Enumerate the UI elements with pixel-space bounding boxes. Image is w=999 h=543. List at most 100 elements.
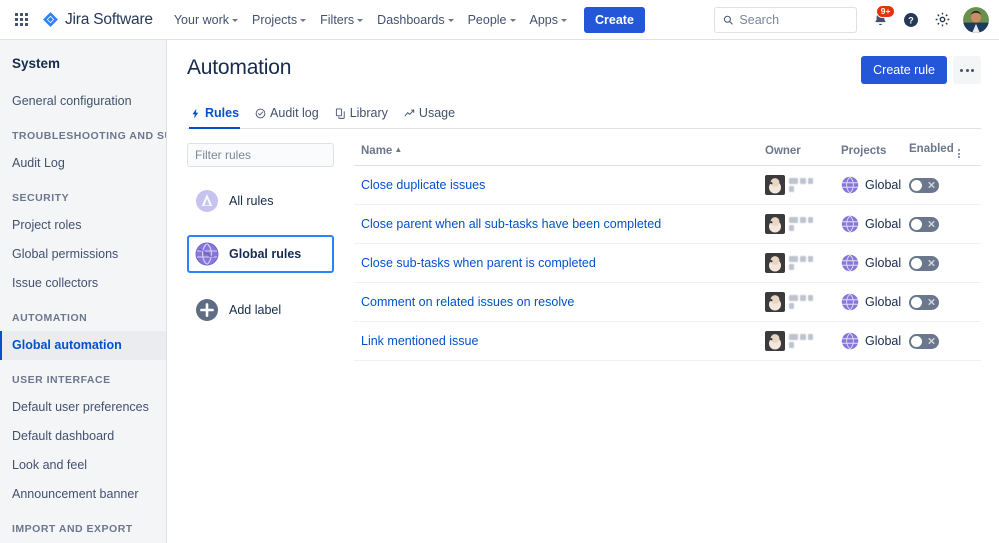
cell-rule-name: Close duplicate issues <box>354 165 765 205</box>
rules-table: Name ▲ Owner Projects Enabled Close dupl… <box>354 143 981 361</box>
sidebar-item-general-configuration[interactable]: General configuration <box>0 87 166 116</box>
chevron-down-icon <box>561 19 568 22</box>
sidebar-section-security: SECURITY <box>12 192 70 204</box>
label-text: Global rules <box>229 247 302 261</box>
table-row[interactable]: Close duplicate issues Global <box>354 165 981 205</box>
rule-name-link[interactable]: Close sub-tasks when parent is completed <box>354 256 596 270</box>
cell-enabled <box>909 321 981 361</box>
nav-label: Filters <box>320 12 355 27</box>
tab-audit-log[interactable]: Audit log <box>254 102 320 128</box>
jira-brand-home-link[interactable]: Jira Software <box>42 11 153 29</box>
column-label: Name <box>361 144 393 157</box>
notification-count-badge: 9+ <box>876 4 895 18</box>
sidebar-item-issue-collectors[interactable]: Issue collectors <box>0 269 166 298</box>
column-header-projects[interactable]: Projects <box>841 143 909 166</box>
chevron-down-icon <box>447 19 454 22</box>
table-row[interactable]: Link mentioned issue Global <box>354 321 981 361</box>
filter-rules-input[interactable] <box>187 143 334 167</box>
globe-icon <box>841 254 859 272</box>
all-rules-icon <box>196 190 218 212</box>
owner-name-redacted <box>789 178 813 192</box>
search-input[interactable] <box>739 12 848 27</box>
owner-avatar <box>765 331 785 351</box>
nav-item-projects[interactable]: Projects <box>245 8 313 32</box>
sidebar-item-global-automation[interactable]: Global automation <box>0 331 166 360</box>
projects-label: Global <box>865 217 902 231</box>
nav-item-people[interactable]: People <box>461 8 523 32</box>
app-switcher-icon[interactable] <box>8 7 34 33</box>
rule-name-link[interactable]: Link mentioned issue <box>354 334 478 348</box>
column-label: Owner <box>765 144 801 157</box>
projects-label: Global <box>865 178 902 192</box>
sidebar-section-automation: AUTOMATION <box>12 312 88 324</box>
sidebar-item-global-permissions[interactable]: Global permissions <box>0 240 166 269</box>
tab-library[interactable]: Library <box>334 102 389 128</box>
nav-item-apps[interactable]: Apps <box>523 8 575 32</box>
column-header-owner[interactable]: Owner <box>765 143 841 166</box>
create-button[interactable]: Create <box>584 6 645 33</box>
help-button[interactable]: ? <box>897 6 925 34</box>
globe-icon <box>195 242 219 266</box>
table-row[interactable]: Comment on related issues on resolve Glo… <box>354 282 981 322</box>
add-label-button[interactable]: Add label <box>187 291 334 329</box>
ellipsis-icon <box>965 68 969 72</box>
sidebar-item-default-dashboard[interactable]: Default dashboard <box>0 422 166 451</box>
page-header: Automation Create rule <box>187 56 981 84</box>
primary-nav-items: Your work Projects Filters Dashboards Pe… <box>167 6 645 33</box>
cell-owner <box>765 243 841 283</box>
enabled-toggle[interactable] <box>909 333 939 349</box>
column-options-icon[interactable] <box>957 149 960 158</box>
table-row[interactable]: Close sub-tasks when parent is completed <box>354 243 981 283</box>
tab-usage[interactable]: Usage <box>403 102 456 128</box>
projects-label: Global <box>865 295 902 309</box>
clock-check-icon <box>255 108 266 118</box>
sidebar-item-default-user-preferences[interactable]: Default user preferences <box>0 393 166 422</box>
label-item-global-rules[interactable]: Global rules <box>187 235 334 273</box>
sidebar-item-project-roles[interactable]: Project roles <box>0 211 166 240</box>
table-row[interactable]: Close parent when all sub-tasks have bee… <box>354 204 981 244</box>
enabled-toggle[interactable] <box>909 255 939 271</box>
projects-value: Global <box>841 215 909 233</box>
cell-enabled <box>909 282 981 322</box>
close-icon <box>928 181 935 189</box>
avatar[interactable] <box>963 6 989 33</box>
sidebar-section-user-interface: USER INTERFACE <box>12 374 111 386</box>
table-header: Name ▲ Owner Projects Enabled <box>354 143 981 166</box>
owner-name-redacted <box>789 334 813 348</box>
sidebar-item-announcement-banner[interactable]: Announcement banner <box>0 480 166 509</box>
sidebar-item-audit-log[interactable]: Audit Log <box>0 149 166 178</box>
question-circle-icon: ? <box>904 12 918 27</box>
sidebar-item-look-and-feel[interactable]: Look and feel <box>0 451 166 480</box>
tab-label: Usage <box>418 106 456 120</box>
globe-icon <box>841 293 859 311</box>
jira-diamond-logo <box>43 12 58 27</box>
column-label: Projects <box>841 144 887 157</box>
rule-name-link[interactable]: Close duplicate issues <box>354 178 485 192</box>
rule-name-link[interactable]: Close parent when all sub-tasks have bee… <box>354 217 661 231</box>
more-actions-button[interactable] <box>953 56 981 84</box>
label-item-all-rules[interactable]: All rules <box>187 182 334 220</box>
create-rule-button[interactable]: Create rule <box>861 56 947 84</box>
close-icon <box>928 259 935 267</box>
enabled-toggle[interactable] <box>909 294 939 310</box>
chevron-down-icon <box>231 19 238 22</box>
gear-icon <box>935 12 949 27</box>
notifications-button[interactable]: 9+ <box>866 4 895 34</box>
tab-rules[interactable]: Rules <box>189 102 241 129</box>
nav-item-your-work[interactable]: Your work <box>167 8 245 32</box>
toggle-knob <box>911 179 922 191</box>
settings-button[interactable] <box>928 6 956 34</box>
nav-item-dashboards[interactable]: Dashboards <box>370 8 460 32</box>
cell-projects: Global <box>841 204 909 244</box>
page-header-actions: Create rule <box>861 56 981 84</box>
projects-value: Global <box>841 293 909 311</box>
rule-name-link[interactable]: Comment on related issues on resolve <box>354 295 574 309</box>
svg-text:?: ? <box>908 15 914 25</box>
global-search-box[interactable] <box>714 6 857 33</box>
column-header-enabled[interactable]: Enabled <box>909 143 981 166</box>
enabled-toggle[interactable] <box>909 177 939 193</box>
column-header-name[interactable]: Name ▲ <box>354 143 765 166</box>
owner-avatar <box>765 292 785 312</box>
enabled-toggle[interactable] <box>909 216 939 232</box>
nav-item-filters[interactable]: Filters <box>313 8 370 32</box>
